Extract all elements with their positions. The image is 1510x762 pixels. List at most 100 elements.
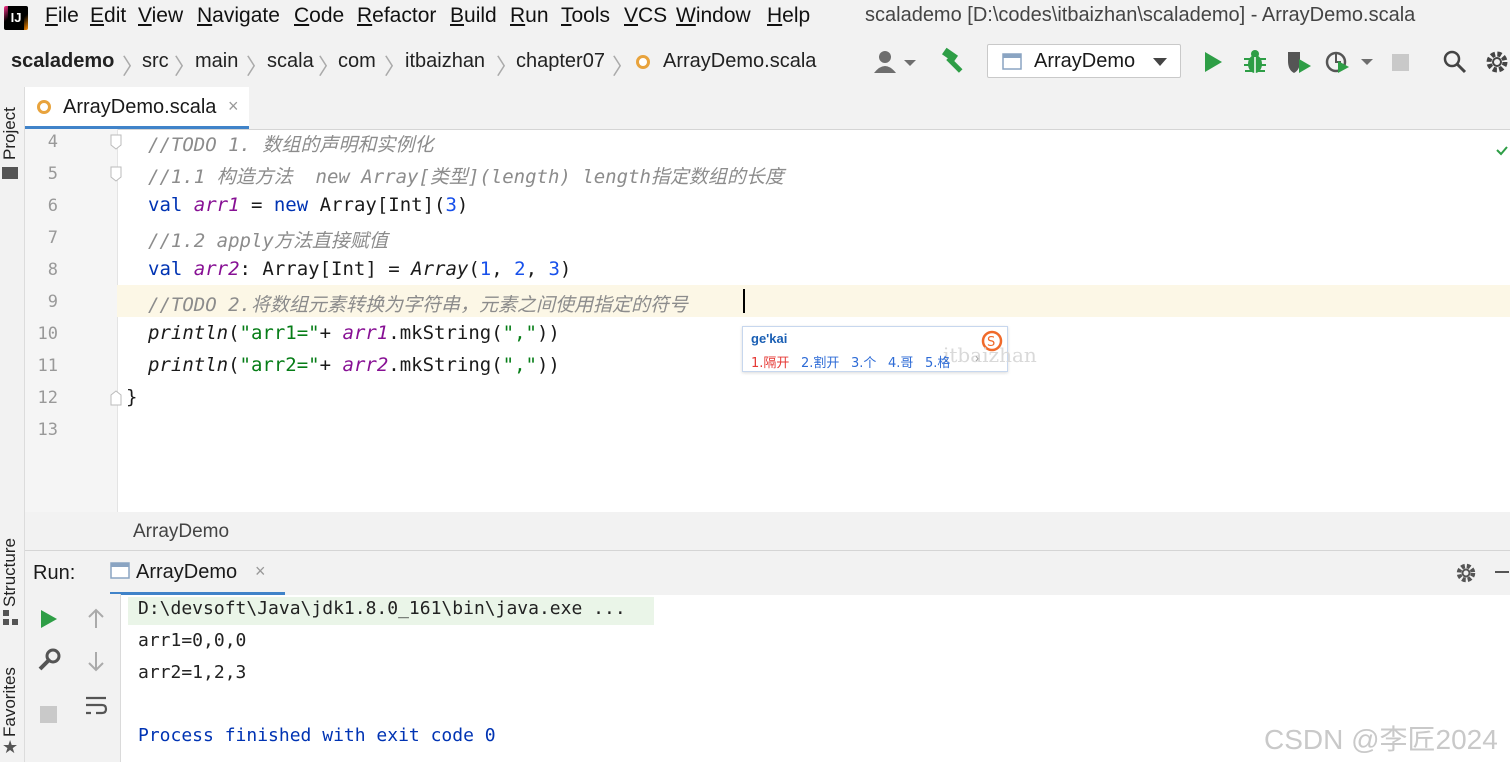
search-icon[interactable] <box>1443 50 1467 74</box>
menu-vcs[interactable]: VCS <box>624 4 667 28</box>
editor-tab-label: ArrayDemo.scala <box>63 96 217 118</box>
menu-build[interactable]: Build <box>450 4 497 28</box>
ime-candidate[interactable]: 2.割开 <box>801 352 839 371</box>
crumb-main[interactable]: main <box>195 50 238 73</box>
console-exit-message[interactable]: Process finished with exit code 0 <box>138 725 496 746</box>
crumb-separator: 〉 <box>174 54 197 79</box>
editor-tab-bar: ArrayDemo.scala × <box>25 87 1510 130</box>
window-title: scalademo [D:\codes\itbaizhan\scalademo]… <box>865 4 1416 26</box>
crumb-separator: 〉 <box>384 54 407 79</box>
stop-icon[interactable] <box>40 706 57 723</box>
ime-candidate[interactable]: 3.个 <box>851 352 876 371</box>
line-number: 9 <box>47 292 58 312</box>
crumb-chapter07[interactable]: chapter07 <box>516 50 605 73</box>
menu-code[interactable]: Code <box>294 4 344 28</box>
folder-icon <box>2 167 18 179</box>
crumb-separator: 〉 <box>318 54 341 79</box>
code-line-8[interactable]: val arr2: Array[Int] = Array(1, 2, 3) <box>148 258 571 280</box>
rerun-icon[interactable] <box>39 608 59 630</box>
console-output-line[interactable]: arr1=0,0,0 <box>138 630 246 651</box>
code-line-4[interactable]: //TODO 1. 数组的声明和实例化 <box>148 130 433 157</box>
application-icon <box>1002 53 1022 70</box>
code-line-5[interactable]: //1.1 构造方法 new Array[类型](length) length指… <box>148 162 784 189</box>
user-icon[interactable] <box>872 49 918 75</box>
fold-icon[interactable] <box>109 134 123 150</box>
application-icon <box>110 562 130 579</box>
crumb-separator: 〉 <box>122 54 145 79</box>
wrench-icon[interactable] <box>37 648 61 672</box>
stop-icon[interactable] <box>1392 54 1409 71</box>
menu-help[interactable]: Help <box>767 4 810 28</box>
favorites-tool-button[interactable]: Favorites <box>0 667 20 737</box>
menu-run[interactable]: Run <box>510 4 549 28</box>
run-tab-label: ArrayDemo <box>136 561 238 583</box>
ime-candidate[interactable]: 1.隔开 <box>751 352 789 371</box>
structure-icon <box>3 610 18 625</box>
line-number: 10 <box>37 324 58 344</box>
build-hammer-icon[interactable] <box>940 47 970 75</box>
ime-input-text: ge'kai <box>751 331 788 346</box>
code-line-12[interactable]: } <box>126 386 137 408</box>
console-output-line[interactable]: arr2=1,2,3 <box>138 662 246 683</box>
run-tab-arraydemo[interactable]: ArrayDemo × <box>110 551 285 595</box>
line-number: 5 <box>47 164 58 184</box>
debug-bug-icon[interactable] <box>1243 49 1267 75</box>
star-icon: ★ <box>2 737 19 757</box>
scroll-up-arrow-icon[interactable] <box>86 608 106 630</box>
run-icon[interactable] <box>1202 50 1224 74</box>
scroll-down-arrow-icon[interactable] <box>86 650 106 672</box>
minimize-icon[interactable] <box>1495 571 1509 573</box>
csdn-watermark: CSDN @李匠2024 <box>1264 724 1498 755</box>
intellij-logo-icon: IJ <box>4 6 28 30</box>
menu-navigate[interactable]: Navigate <box>197 4 280 28</box>
close-tab-icon[interactable]: × <box>228 96 239 117</box>
code-line-10[interactable]: println("arr1="+ arr1.mkString(",")) <box>148 322 560 344</box>
run-configuration-label: ArrayDemo <box>1034 50 1136 72</box>
line-number: 6 <box>47 196 58 216</box>
menu-tools[interactable]: Tools <box>561 4 610 28</box>
soft-wrap-icon[interactable] <box>84 694 108 718</box>
editor-gutter <box>25 129 118 512</box>
editor-tab-arraydemo[interactable]: ArrayDemo.scala × <box>25 87 249 129</box>
ime-watermark: itbaizhan <box>943 343 1037 367</box>
crumb-com[interactable]: com <box>338 50 376 73</box>
fold-icon[interactable] <box>109 166 123 182</box>
fold-icon[interactable] <box>109 390 123 406</box>
code-line-9[interactable]: //TODO 2.将数组元素转换为字符串，元素之间使用指定的符号 <box>148 290 688 317</box>
code-breadcrumb[interactable]: ArrayDemo <box>133 521 229 543</box>
code-breadcrumb-bar: ArrayDemo <box>25 512 1510 550</box>
ime-candidate[interactable]: 4.哥 <box>888 352 913 371</box>
settings-gear-icon[interactable] <box>1485 50 1509 74</box>
close-run-tab-icon[interactable]: × <box>255 561 266 582</box>
crumb-project[interactable]: scalademo <box>11 50 114 73</box>
crumb-separator: 〉 <box>612 54 635 79</box>
project-tool-button[interactable]: Project <box>0 107 20 160</box>
menu-edit[interactable]: Edit <box>90 4 126 28</box>
menu-refactor[interactable]: Refactor <box>357 4 436 28</box>
run-toolbar-primary <box>25 594 73 762</box>
line-number: 12 <box>37 388 58 408</box>
code-line-6[interactable]: val arr1 = new Array[Int](3) <box>148 194 468 216</box>
menu-file[interactable]: File <box>45 4 79 28</box>
line-number: 7 <box>47 228 58 248</box>
profile-run-icon[interactable] <box>1325 49 1377 75</box>
code-line-11[interactable]: println("arr2="+ arr2.mkString(",")) <box>148 354 560 376</box>
code-line-7[interactable]: //1.2 apply方法直接赋值 <box>148 226 388 253</box>
inspection-ok-icon[interactable] <box>1496 146 1508 156</box>
ime-candidate[interactable]: 5.格 <box>925 352 950 371</box>
structure-tool-button[interactable]: Structure <box>0 538 20 607</box>
menu-window[interactable]: Window <box>676 4 751 28</box>
menu-view[interactable]: View <box>138 4 183 28</box>
scala-file-icon <box>37 100 51 114</box>
crumb-itbaizhan[interactable]: itbaizhan <box>405 50 485 73</box>
scala-file-icon <box>636 55 650 69</box>
console-output-line[interactable]: D:\devsoft\Java\jdk1.8.0_161\bin\java.ex… <box>138 598 626 619</box>
coverage-icon[interactable] <box>1285 49 1313 75</box>
crumb-scala[interactable]: scala <box>267 50 314 73</box>
run-settings-gear-icon[interactable] <box>1455 562 1477 584</box>
ime-next-page-icon[interactable]: › <box>975 351 979 365</box>
crumb-file[interactable]: ArrayDemo.scala <box>663 50 816 73</box>
crumb-src[interactable]: src <box>142 50 169 73</box>
line-number: 8 <box>47 260 58 280</box>
run-configuration-select[interactable]: ArrayDemo <box>987 44 1181 78</box>
